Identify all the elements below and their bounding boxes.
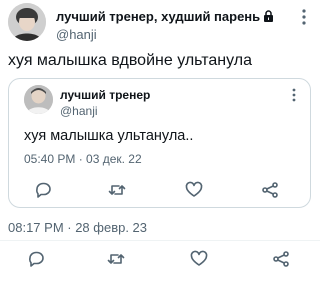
quoted-timestamp[interactable]: 05:40 PM · 03 дек. 22 — [24, 152, 142, 166]
quoted-tweet-text: хуя малышка ультанула.. — [24, 128, 194, 144]
quoted-share-icon[interactable] — [260, 180, 280, 200]
like-icon[interactable] — [189, 249, 209, 269]
reply-icon[interactable] — [26, 249, 46, 269]
tweet-timestamp[interactable]: 08:17 PM · 28 февр. 23 — [8, 220, 147, 235]
quoted-action-bar — [9, 180, 312, 200]
author-name[interactable]: лучший тренер, худший парень — [56, 9, 274, 25]
quoted-author-name[interactable]: лучший тренер — [60, 88, 150, 102]
quoted-author-handle[interactable]: @hanji — [60, 104, 98, 118]
tweet-action-bar — [0, 249, 320, 269]
divider — [0, 240, 320, 241]
avatar[interactable] — [8, 3, 46, 41]
tweet: лучший тренер, худший парень @hanji хуя … — [0, 0, 320, 283]
quoted-avatar-image — [24, 85, 53, 114]
quoted-more-options-icon[interactable] — [289, 87, 299, 103]
more-options-icon[interactable] — [298, 8, 310, 26]
tweet-text: хуя малышка вдвойне ультанула — [8, 52, 253, 69]
quoted-like-icon[interactable] — [184, 180, 204, 200]
retweet-icon[interactable] — [106, 249, 126, 269]
avatar-image — [8, 3, 46, 41]
lock-icon — [263, 10, 274, 25]
quoted-reply-icon[interactable] — [33, 180, 53, 200]
quoted-retweet-icon[interactable] — [107, 180, 127, 200]
share-icon[interactable] — [271, 249, 291, 269]
author-handle[interactable]: @hanji — [56, 27, 97, 42]
quoted-avatar[interactable] — [24, 85, 53, 114]
author-name-text: лучший тренер, худший парень — [56, 9, 261, 24]
quoted-tweet[interactable]: лучший тренер @hanji хуя малышка ультану… — [8, 78, 311, 208]
